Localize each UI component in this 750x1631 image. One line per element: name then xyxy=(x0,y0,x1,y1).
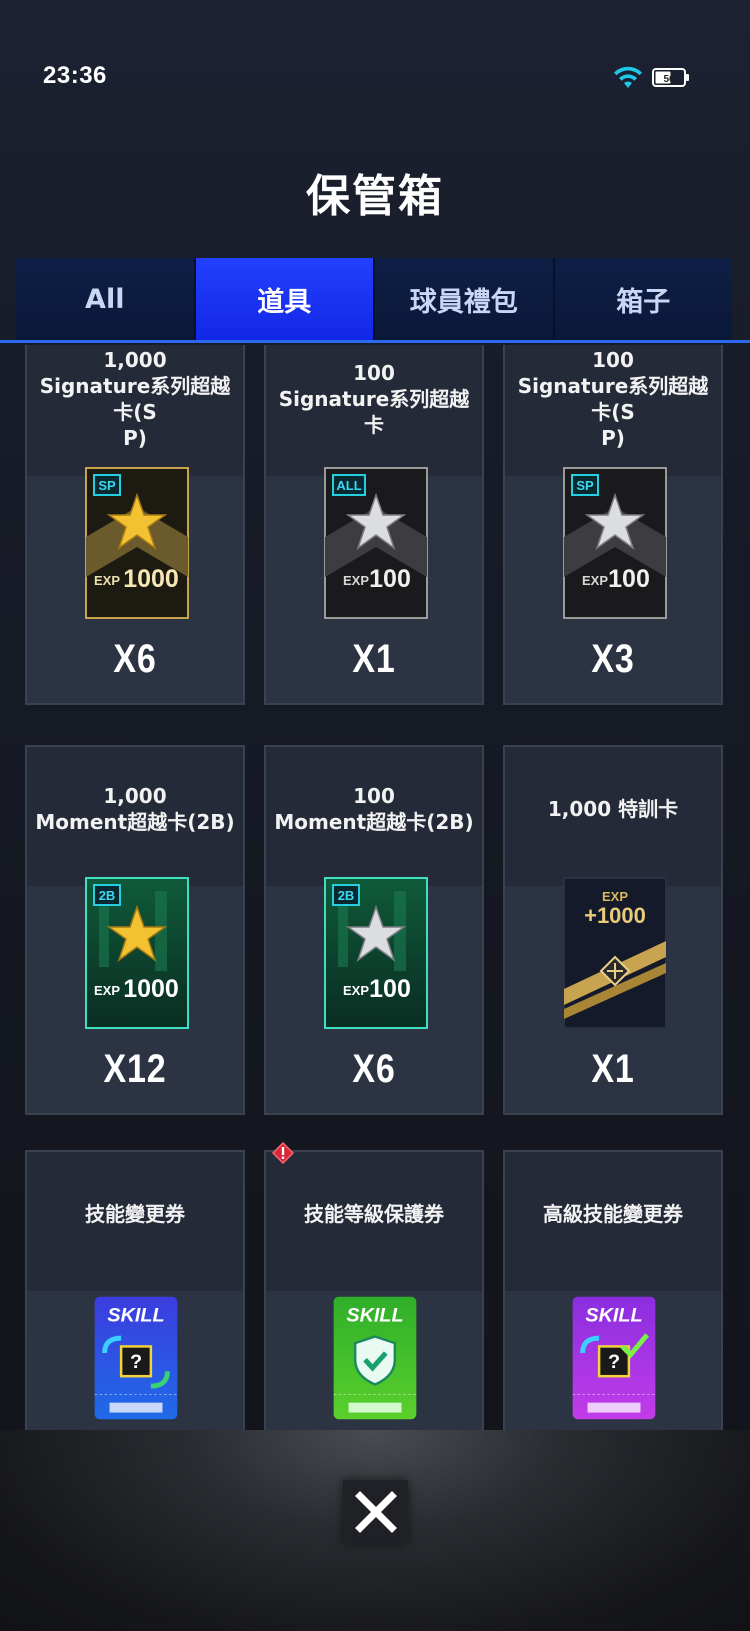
item-count: X1 xyxy=(591,1047,635,1091)
exp-value: 100 xyxy=(369,565,411,593)
ticket-badge: SKILL xyxy=(346,1305,403,1327)
skill-ticket-blue-icon: SKILL ? xyxy=(94,1296,178,1420)
battery-icon: 56 xyxy=(652,68,689,87)
exp-label: EXP xyxy=(343,573,369,588)
item-name: 技能等級保護券 xyxy=(304,1202,444,1226)
page-title: 保管箱 xyxy=(306,171,444,222)
alert-icon xyxy=(272,1142,294,1164)
exp-label: EXP xyxy=(343,983,369,998)
item-name: 100 Signature系列超越卡 xyxy=(278,361,470,437)
gold-star-card-icon: SP EXP 1000 xyxy=(85,467,189,619)
silver-star-card-icon: ALL EXP 100 xyxy=(324,467,428,619)
exp-label: EXP xyxy=(582,573,608,588)
green-silver-star-card-icon: 2B EXP 100 xyxy=(324,877,428,1029)
ticket-badge: SKILL xyxy=(107,1305,164,1327)
training-card-icon: EXP +1000 xyxy=(563,877,667,1029)
card-badge: 2B xyxy=(99,888,116,903)
item-name: 技能變更券 xyxy=(85,1202,185,1226)
wifi-icon xyxy=(614,66,642,88)
exp-value: 1000 xyxy=(123,565,179,593)
battery-level-text: 56 xyxy=(663,74,675,85)
exp-value: +1000 xyxy=(584,903,646,928)
tab-all[interactable]: All xyxy=(16,258,196,341)
svg-text:?: ? xyxy=(130,1351,142,1373)
exp-value: 100 xyxy=(369,975,411,1003)
item-name: 高級技能變更券 xyxy=(543,1202,683,1226)
card-badge: 2B xyxy=(338,888,355,903)
tab-bar: All 道具 球員禮包 箱子 xyxy=(16,258,732,341)
item-count: X1 xyxy=(352,637,396,681)
item-grid[interactable]: 1,000 Signature系列超越卡(S P) SP EXP 1000 X6… xyxy=(25,345,725,1430)
item-name: 1,000 特訓卡 xyxy=(547,797,679,821)
green-gold-star-card-icon: 2B EXP 1000 xyxy=(85,877,189,1029)
tab-underline xyxy=(0,340,750,343)
tab-items[interactable]: 道具 xyxy=(195,258,375,341)
item-card[interactable]: 技能變更券 SKILL ? xyxy=(25,1150,245,1430)
card-badge: SP xyxy=(576,478,594,493)
exp-value: 100 xyxy=(608,565,650,593)
item-count: X6 xyxy=(352,1047,396,1091)
skill-ticket-purple-icon: SKILL ? xyxy=(572,1296,656,1420)
item-card[interactable]: 1,000 Moment超越卡(2B) 2B EXP 1000 X12 xyxy=(25,745,245,1115)
exp-label: EXP xyxy=(602,889,628,904)
item-card[interactable]: 100 Signature系列超越卡 ALL EXP 100 X1 xyxy=(264,345,484,705)
close-button[interactable] xyxy=(343,1480,408,1543)
item-name: 100 Moment超越卡(2B) xyxy=(274,784,474,834)
item-count: X12 xyxy=(103,1047,167,1091)
exp-label: EXP xyxy=(94,573,120,588)
item-count: X6 xyxy=(113,637,157,681)
exp-value: 1000 xyxy=(123,975,179,1003)
item-card[interactable]: 100 Signature系列超越卡(S P) SP EXP 100 X3 xyxy=(503,345,723,705)
status-bar: 23:36 56 xyxy=(0,0,750,110)
tab-player-packs[interactable]: 球員禮包 xyxy=(375,258,555,341)
item-name: 100 Signature系列超越卡(S P) xyxy=(517,348,709,450)
item-card[interactable]: 1,000 特訓卡 EXP +1000 X1 xyxy=(503,745,723,1115)
status-time: 23:36 xyxy=(43,62,107,89)
card-badge: SP xyxy=(98,478,116,493)
item-name: 1,000 Signature系列超越卡(S P) xyxy=(39,348,231,450)
item-card[interactable]: 技能等級保護券 SKILL xyxy=(264,1142,484,1430)
item-card[interactable]: 高級技能變更券 SKILL ? xyxy=(503,1150,723,1430)
tab-boxes[interactable]: 箱子 xyxy=(554,258,732,341)
item-card[interactable]: 1,000 Signature系列超越卡(S P) SP EXP 1000 X6 xyxy=(25,345,245,705)
item-name: 1,000 Moment超越卡(2B) xyxy=(35,784,235,834)
exp-label: EXP xyxy=(94,983,120,998)
card-badge: ALL xyxy=(336,478,361,493)
skill-ticket-green-icon: SKILL xyxy=(333,1296,417,1420)
silver-star-card-icon: SP EXP 100 xyxy=(563,467,667,619)
close-x-icon xyxy=(354,1490,397,1533)
svg-text:?: ? xyxy=(608,1351,620,1373)
item-card[interactable]: 100 Moment超越卡(2B) 2B EXP 100 X6 xyxy=(264,745,484,1115)
ticket-badge: SKILL xyxy=(585,1305,642,1327)
item-count: X3 xyxy=(591,637,635,681)
